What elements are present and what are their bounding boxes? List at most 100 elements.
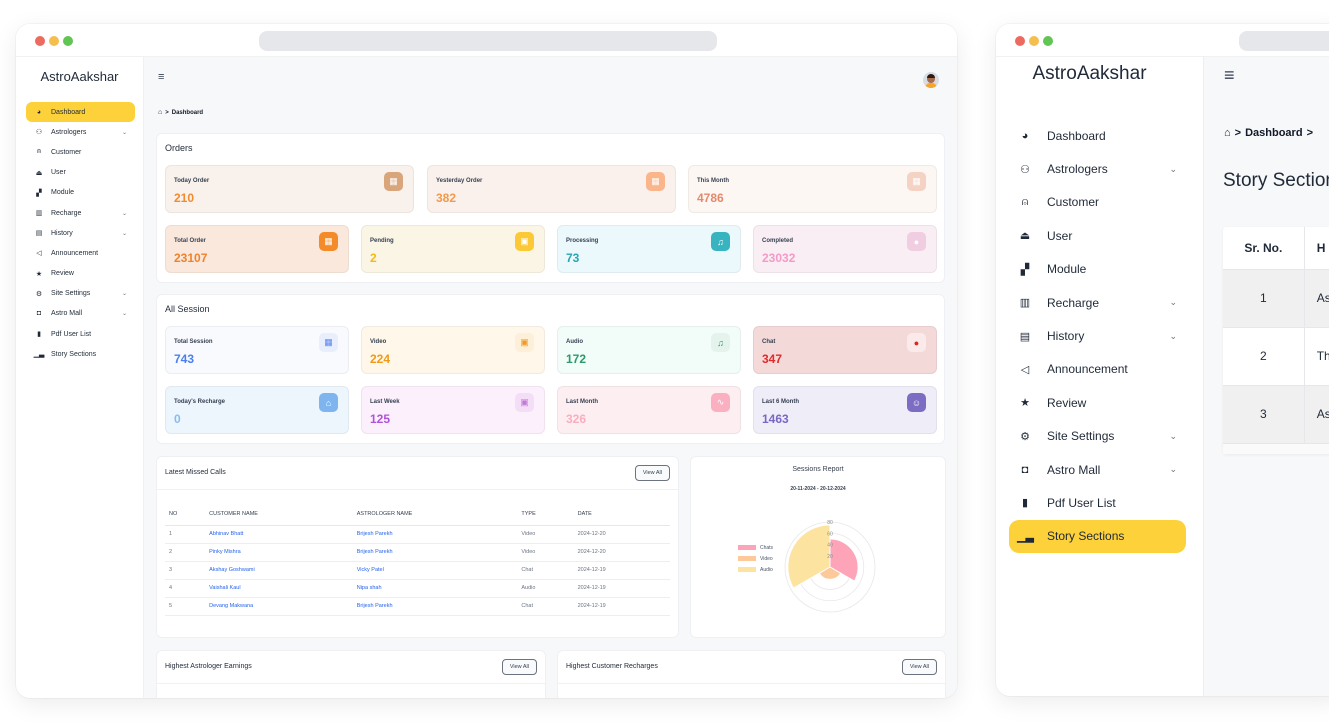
stat-card-processing[interactable]: Processing 73 ♫ [557,225,741,273]
sidebar-item-astrologers[interactable]: ⚇ Astrologers ⌄ [1009,152,1186,185]
hamburger-menu-icon[interactable]: ≡ [158,71,164,83]
astrologer-name-link[interactable]: Nipa shah [352,579,518,598]
sidebar-item-pdf-user-list[interactable]: ▮ Pdf User List [26,324,135,344]
stat-card-total-order[interactable]: Total Order 23107 ▦ [165,225,349,273]
table-row[interactable]: 2 Th [1223,326,1329,385]
recharges-view-all-button[interactable]: View All [901,659,937,675]
star-icon: ★ [35,270,43,278]
stat-card-completed[interactable]: Completed 23032 ● [753,225,937,273]
stat-card-today-s-recharge[interactable]: Today's Recharge 0 ⌂ [165,386,349,434]
sidebar-item-user[interactable]: ⏏ User [26,163,135,183]
astrologer-name-link[interactable]: Vicky Patel [352,561,518,580]
table-row[interactable]: 1 As [1223,268,1329,327]
home-icon[interactable]: ⌂ [158,109,162,116]
stat-card-video[interactable]: Video 224 ▣ [361,326,545,374]
sidebar-item-story-sections[interactable]: ▁▃ Story Sections [1009,519,1186,554]
table-row[interactable]: 2 Pinky Mishra Brijesh Parekh Video 2024-12-… [165,543,670,562]
row-number: 5 [165,597,206,616]
stat-card-total-session[interactable]: Total Session 743 ▦ [165,326,349,374]
sidebar-item-announcement[interactable]: ◁ Announcement [26,243,135,263]
sidebar-item-history[interactable]: ▤ History ⌄ [1009,319,1186,352]
stat-card-pending[interactable]: Pending 2 ▣ [361,225,545,273]
close-window-button[interactable] [1015,36,1025,46]
stat-card-last-month[interactable]: Last Month 326 ∿ [557,386,741,434]
minimize-window-button[interactable] [1029,36,1039,46]
chevron-down-icon[interactable]: ⌄ [1169,164,1177,175]
stat-card-last-week[interactable]: Last Week 125 ▣ [361,386,545,434]
table-footer [1223,443,1329,454]
customer-name-link[interactable]: Akshay Goshwami [205,561,353,580]
table-row[interactable]: 1 Abhinav Bhatt Brijesh Parekh Video 2024-12… [165,525,670,544]
customer-name-link[interactable]: Pinky Mishra [205,543,353,562]
missed-calls-view-all-button[interactable]: View All [634,465,670,481]
customer-name-link[interactable]: Vaishali Kaul [205,579,353,598]
sidebar-item-dashboard[interactable]: ◕ Dashboard [26,102,135,123]
missed-calls-title: Latest Missed Calls [165,469,226,476]
table-row[interactable]: 4 Vaishali Kaul Nipa shah Audio 2024-12-19 [165,579,670,598]
user-avatar[interactable] [923,72,939,88]
stat-card-today-order[interactable]: Today Order 210 ▦ [165,165,414,213]
sidebar-item-astro-mall[interactable]: ◘ Astro Mall ⌄ [26,304,135,324]
sidebar-item-site-settings[interactable]: ⚙ Site Settings ⌄ [1009,420,1186,453]
chevron-down-icon[interactable]: ⌄ [122,129,127,136]
chevron-down-icon[interactable]: ⌄ [1169,464,1177,475]
chevron-down-icon[interactable]: ⌄ [1169,297,1177,308]
sidebar-item-module[interactable]: ▞ Module [1009,253,1186,286]
sidebar-item-recharge[interactable]: ▥ Recharge ⌄ [26,203,135,223]
customer-name-link[interactable]: Devang Makwana [205,597,353,616]
sidebar-item-customer[interactable]: ⍝ Customer [1009,186,1186,219]
sessions-panel: All Session Total Session 743 ▦ Video 224 ▣ Au… [156,294,945,444]
chevron-down-icon[interactable]: ⌄ [1169,431,1177,442]
astrologer-name-link[interactable]: Brijesh Parekh [352,543,518,562]
close-window-button[interactable] [35,36,45,46]
sidebar-item-recharge[interactable]: ▥ Recharge ⌄ [1009,286,1186,319]
stat-label: Last 6 Month [762,399,799,405]
sidebar-item-customer[interactable]: ⍝ Customer [26,142,135,162]
sidebar-item-astro-mall[interactable]: ◘ Astro Mall ⌄ [1009,453,1186,486]
breadcrumb-dashboard[interactable]: Dashboard [172,110,203,116]
customer-name-link[interactable]: Abhinav Bhatt [205,525,353,544]
bank-icon: ⌂ [319,393,338,412]
sidebar-item-review[interactable]: ★ Review [26,264,135,284]
sidebar-item-review[interactable]: ★ Review [1009,386,1186,419]
sidebar-item-pdf-user-list[interactable]: ▮ Pdf User List [1009,486,1186,519]
table-row[interactable]: 5 Devang Makwana Brijesh Parekh Chat 2024-12… [165,597,670,616]
stat-card-audio[interactable]: Audio 172 ♫ [557,326,741,374]
home-icon[interactable]: ⌂ [1224,127,1231,139]
astrologer-name-link[interactable]: Brijesh Parekh [352,597,518,616]
astrologer-name-link[interactable]: Brijesh Parekh [352,525,518,544]
sidebar-item-history[interactable]: ▤ History ⌄ [26,223,135,243]
stat-card-chat[interactable]: Chat 347 ● [753,326,937,374]
sidebar-item-announcement[interactable]: ◁ Announcement [1009,353,1186,386]
chevron-down-icon[interactable]: ⌄ [122,210,127,217]
table-row[interactable]: 3 Akshay Goshwami Vicky Patel Chat 2024-12-1… [165,561,670,580]
address-bar[interactable] [259,31,717,51]
chevron-down-icon[interactable]: ⌄ [122,230,127,237]
sidebar-item-story-sections[interactable]: ▁▃ Story Sections [26,344,135,364]
address-bar[interactable] [1239,31,1329,51]
chevron-down-icon[interactable]: ⌄ [122,310,127,317]
table-row[interactable]: 3 As [1223,384,1329,443]
chevron-down-icon[interactable]: ⌄ [1169,331,1177,342]
sidebar-item-astrologers[interactable]: ⚇ Astrologers ⌄ [26,122,135,142]
polar-segment-audio[interactable] [787,524,831,589]
sidebar-item-label: User [51,169,66,177]
hamburger-menu-icon[interactable]: ≡ [1224,65,1235,86]
breadcrumb-dashboard[interactable]: Dashboard [1245,127,1302,139]
main-content: ≡ ⌂ > Dashboard Orders Today Order 210 ▦ Ye… [144,57,957,698]
star-icon: ★ [1020,397,1030,410]
stat-card-this-month[interactable]: This Month 4786 ▦ [688,165,937,213]
maximize-window-button[interactable] [63,36,73,46]
chevron-down-icon[interactable]: ⌄ [122,290,127,297]
sidebar-item-site-settings[interactable]: ⚙ Site Settings ⌄ [26,284,135,304]
stat-card-last-6-month[interactable]: Last 6 Month 1463 ☺ [753,386,937,434]
sidebar-item-user[interactable]: ⏏ User [1009,219,1186,252]
minimize-window-button[interactable] [49,36,59,46]
stat-label: Today's Recharge [174,399,225,405]
stat-card-yesterday-order[interactable]: Yesterday Order 382 ▦ [427,165,676,213]
stat-label: Video [370,339,387,345]
maximize-window-button[interactable] [1043,36,1053,46]
sidebar-item-module[interactable]: ▞ Module [26,183,135,203]
sidebar-item-dashboard[interactable]: ◕ Dashboard [1009,119,1186,152]
earnings-view-all-button[interactable]: View All [501,659,537,675]
